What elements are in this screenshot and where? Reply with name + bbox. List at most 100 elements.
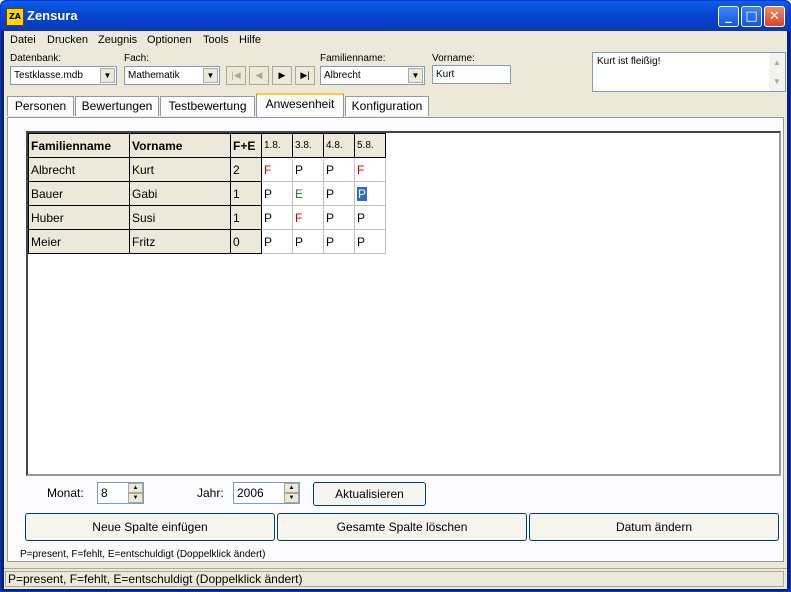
- minimize-button[interactable]: _: [718, 6, 739, 27]
- vorname-field[interactable]: Kurt: [432, 65, 511, 84]
- nav-first-button[interactable]: |◀: [226, 66, 246, 85]
- menu-tools[interactable]: Tools: [203, 34, 229, 46]
- tab-bewertungen[interactable]: Bewertungen: [75, 96, 159, 116]
- chevron-down-icon[interactable]: ▼: [100, 68, 115, 83]
- vorname-label: Vorname:: [432, 53, 475, 64]
- menu-zeugnis[interactable]: Zeugnis: [98, 34, 137, 46]
- status-bar: P=present, F=fehlt, E=entschuldigt (Dopp…: [4, 568, 787, 589]
- spin-down-icon[interactable]: ▼: [128, 493, 143, 503]
- cell-attendance[interactable]: P: [323, 229, 355, 254]
- cell-fe[interactable]: 1: [230, 205, 262, 230]
- familienname-select[interactable]: Albrecht ▼: [320, 66, 425, 85]
- tab-anwesenheit[interactable]: Anwesenheit: [256, 93, 344, 117]
- window-title: Zensura: [27, 8, 78, 23]
- col-date[interactable]: 4.8.: [323, 133, 355, 158]
- tab-konfiguration[interactable]: Konfiguration: [345, 96, 429, 116]
- vorname-value: Kurt: [436, 69, 455, 80]
- tab-testbewertung[interactable]: Testbewertung: [160, 96, 255, 116]
- app-icon: ZA: [6, 8, 24, 26]
- menu-bar: Datei Drucken Zeugnis Optionen Tools Hil…: [4, 31, 787, 50]
- cell-fe[interactable]: 1: [230, 181, 262, 206]
- legend-hint: P=present, F=fehlt, E=entschuldigt (Dopp…: [20, 549, 266, 560]
- col-vorname[interactable]: Vorname: [129, 133, 231, 158]
- memo-scrollbar[interactable]: ▲ ▼: [769, 53, 785, 91]
- menu-hilfe[interactable]: Hilfe: [239, 34, 261, 46]
- spin-down-icon[interactable]: ▼: [284, 493, 299, 503]
- monat-spinner[interactable]: 8 ▲ ▼: [97, 482, 144, 504]
- cell-attendance[interactable]: P: [323, 205, 355, 230]
- cell-vorname[interactable]: Fritz: [129, 229, 231, 254]
- menu-drucken[interactable]: Drucken: [47, 34, 88, 46]
- cell-familienname[interactable]: Meier: [28, 229, 130, 254]
- col-date[interactable]: 5.8.: [354, 133, 386, 158]
- cell-attendance[interactable]: E: [292, 181, 324, 206]
- neue-spalte-button[interactable]: Neue Spalte einfügen: [25, 513, 275, 541]
- familienname-value: Albrecht: [324, 70, 361, 81]
- jahr-spinner[interactable]: 2006 ▲ ▼: [233, 482, 300, 504]
- client-area: Datei Drucken Zeugnis Optionen Tools Hil…: [4, 31, 787, 589]
- cell-familienname[interactable]: Huber: [28, 205, 130, 230]
- cell-attendance[interactable]: P: [292, 229, 324, 254]
- attendance-table: Familienname Vorname F+E 1.8. 3.8. 4.8. …: [28, 133, 386, 254]
- datenbank-label: Datenbank:: [10, 53, 62, 64]
- fach-label: Fach:: [124, 53, 150, 64]
- menu-datei[interactable]: Datei: [10, 34, 36, 46]
- cell-attendance[interactable]: P: [354, 205, 386, 230]
- scroll-down-icon[interactable]: ▼: [769, 72, 785, 91]
- memo-text: Kurt ist fleißig!: [597, 56, 661, 67]
- cell-fe[interactable]: 2: [230, 157, 262, 182]
- cell-fe[interactable]: 0: [230, 229, 262, 254]
- cell-attendance[interactable]: P: [354, 229, 386, 254]
- jahr-value: 2006: [237, 486, 264, 500]
- cell-attendance[interactable]: P: [261, 205, 293, 230]
- status-text: P=present, F=fehlt, E=entschuldigt (Dopp…: [5, 571, 784, 587]
- col-date[interactable]: 1.8.: [261, 133, 293, 158]
- memo-field[interactable]: Kurt ist fleißig! ▲ ▼: [592, 52, 786, 92]
- maximize-button[interactable]: □: [741, 6, 762, 27]
- close-button[interactable]: ✕: [764, 6, 785, 27]
- cell-attendance[interactable]: F: [261, 157, 293, 182]
- header-row: Familienname Vorname F+E 1.8. 3.8. 4.8. …: [28, 133, 386, 158]
- cell-attendance-selected[interactable]: P: [354, 181, 386, 206]
- cell-vorname[interactable]: Gabi: [129, 181, 231, 206]
- fach-value: Mathematik: [128, 70, 180, 81]
- selected-value: P: [357, 186, 368, 201]
- nav-prev-button[interactable]: ◀: [249, 66, 269, 85]
- chevron-down-icon[interactable]: ▼: [408, 68, 423, 83]
- cell-familienname[interactable]: Albrecht: [28, 157, 130, 182]
- spin-up-icon[interactable]: ▲: [284, 483, 299, 493]
- fach-select[interactable]: Mathematik ▼: [124, 66, 220, 85]
- nav-next-button[interactable]: ▶: [272, 66, 292, 85]
- cell-vorname[interactable]: Kurt: [129, 157, 231, 182]
- attendance-grid[interactable]: Familienname Vorname F+E 1.8. 3.8. 4.8. …: [26, 131, 781, 476]
- nav-last-button[interactable]: ▶|: [295, 66, 315, 85]
- scroll-up-icon[interactable]: ▲: [769, 53, 785, 72]
- tab-personen[interactable]: Personen: [7, 96, 74, 116]
- datenbank-value: Testklasse.mdb: [14, 70, 83, 81]
- title-bar[interactable]: ZA Zensura _ □ ✕: [1, 1, 790, 31]
- table-row: Albrecht Kurt 2 F P P F: [28, 157, 386, 182]
- col-date[interactable]: 3.8.: [292, 133, 324, 158]
- monat-label: Monat:: [47, 486, 84, 500]
- table-row: Bauer Gabi 1 P E P P: [28, 181, 386, 206]
- cell-attendance[interactable]: F: [354, 157, 386, 182]
- spin-up-icon[interactable]: ▲: [128, 483, 143, 493]
- cell-attendance[interactable]: F: [292, 205, 324, 230]
- app-window: ZA Zensura _ □ ✕ Datei Drucken Zeugnis O…: [0, 0, 791, 592]
- cell-attendance[interactable]: P: [323, 181, 355, 206]
- menu-optionen[interactable]: Optionen: [147, 34, 192, 46]
- spalte-loeschen-button[interactable]: Gesamte Spalte löschen: [277, 513, 527, 541]
- datum-aendern-button[interactable]: Datum ändern: [529, 513, 779, 541]
- cell-attendance[interactable]: P: [323, 157, 355, 182]
- cell-vorname[interactable]: Susi: [129, 205, 231, 230]
- cell-attendance[interactable]: P: [261, 229, 293, 254]
- chevron-down-icon[interactable]: ▼: [203, 68, 218, 83]
- col-familienname[interactable]: Familienname: [28, 133, 130, 158]
- aktualisieren-button[interactable]: Aktualisieren: [313, 482, 426, 506]
- cell-attendance[interactable]: P: [292, 157, 324, 182]
- col-fe[interactable]: F+E: [230, 133, 262, 158]
- cell-attendance[interactable]: P: [261, 181, 293, 206]
- monat-value: 8: [101, 486, 108, 500]
- datenbank-select[interactable]: Testklasse.mdb ▼: [10, 66, 117, 85]
- cell-familienname[interactable]: Bauer: [28, 181, 130, 206]
